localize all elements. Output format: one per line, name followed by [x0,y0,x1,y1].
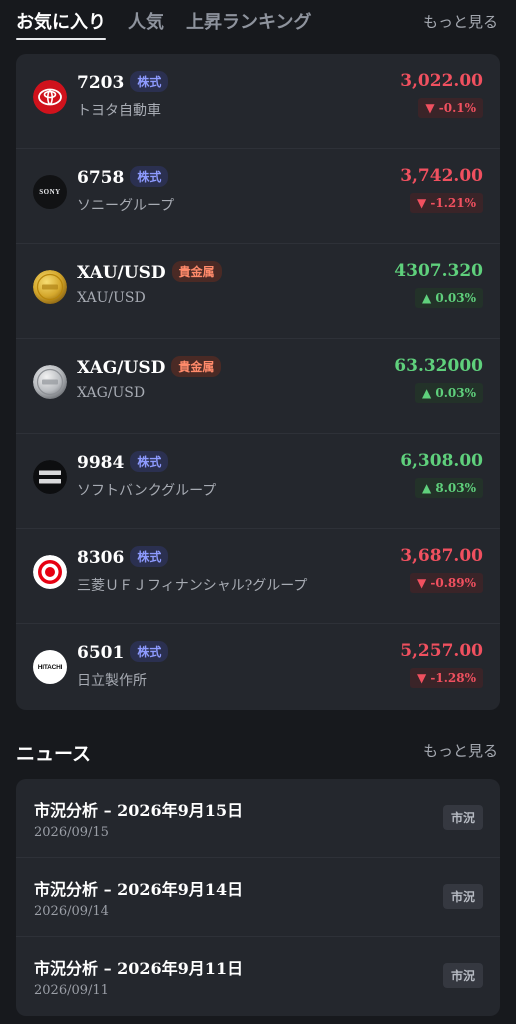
news-section-title: ニュース [16,743,92,765]
change-badge: ▼ -0.1% [418,98,483,118]
gold-coin-icon [33,270,67,304]
symbol-name: XAU/USD [77,290,146,306]
news-tag: 市況 [442,805,483,830]
symbol-name: ソニーグループ [77,198,175,214]
see-more-link[interactable]: もっと見る [423,11,498,32]
news-item[interactable]: 市況分析 – 2026年9月15日 2026/09/15 市況 [16,779,500,858]
price-value: 3,022.00 [400,71,483,91]
change-badge: ▲ 0.03% [414,288,483,308]
news-date: 2026/09/11 [34,983,109,998]
category-badge: 株式 [130,71,169,92]
symbol-name: XAG/USD [77,385,146,401]
watchlist-card: 7203 株式 トヨタ自動車 3,022.00 ▼ -0.1% SONY 6758… [16,54,500,710]
watchlist-row[interactable]: 8306 株式 三菱ＵＦＪフィナンシャル?グループ 3,687.00 ▼ -0.8… [16,529,500,624]
symbol-code: XAG/USD 貴金属 [77,356,222,378]
news-title: 市況分析 – 2026年9月14日 [34,880,244,899]
active-tab-indicator [16,38,106,40]
watchlist-row[interactable]: XAG/USD 貴金属 XAG/USD 63.32000 ▲ 0.03% [16,339,500,434]
category-badge: 株式 [130,451,169,472]
news-card: 市況分析 – 2026年9月15日 2026/09/15 市況 市況分析 – 2… [16,779,500,1016]
hitachi-logo-icon: HITACHI [33,650,67,684]
softbank-logo-icon [33,460,67,494]
watchlist-row[interactable]: SONY 6758 株式 ソニーグループ 3,742.00 ▼ -1.21% [16,149,500,244]
symbol-name: トヨタ自動車 [77,103,161,119]
news-see-more-link[interactable]: もっと見る [423,740,498,761]
price-value: 4307.320 [394,261,483,281]
news-tag: 市況 [442,963,483,988]
symbol-name: 日立製作所 [77,673,147,689]
watchlist-row[interactable]: XAU/USD 貴金属 XAU/USD 4307.320 ▲ 0.03% [16,244,500,339]
symbol-name: ソフトバンクグループ [77,483,217,499]
change-badge: ▲ 0.03% [414,383,483,403]
change-badge: ▲ 8.03% [414,478,483,498]
watchlist-row[interactable]: 7203 株式 トヨタ自動車 3,022.00 ▼ -0.1% [16,54,500,149]
price-value: 3,742.00 [400,166,483,186]
change-badge: ▼ -0.89% [409,573,483,593]
mufg-logo-icon [33,555,67,589]
watchlist-row[interactable]: HITACHI 6501 株式 日立製作所 5,257.00 ▼ -1.28% [16,624,500,710]
symbol-code: 6758 株式 [77,166,169,188]
news-title: 市況分析 – 2026年9月15日 [34,801,244,820]
news-item[interactable]: 市況分析 – 2026年9月14日 2026/09/14 市況 [16,858,500,937]
price-value: 63.32000 [394,356,483,376]
category-badge: 株式 [130,546,169,567]
tab-bar: お気に入り 人気 上昇ランキング もっと見る [0,0,516,44]
watchlist-row[interactable]: 9984 株式 ソフトバンクグループ 6,308.00 ▲ 8.03% [16,434,500,529]
tab-popular[interactable]: 人気 [128,8,164,34]
news-date: 2026/09/15 [34,825,109,840]
symbol-code: XAU/USD 貴金属 [77,261,222,283]
price-value: 3,687.00 [400,546,483,566]
change-badge: ▼ -1.28% [409,668,483,688]
symbol-code: 7203 株式 [77,71,169,93]
category-badge: 株式 [130,641,169,662]
category-badge: 貴金属 [171,261,222,282]
change-badge: ▼ -1.21% [409,193,483,213]
symbol-code: 9984 株式 [77,451,169,473]
tab-gainers-ranking[interactable]: 上昇ランキング [186,8,311,34]
category-badge: 貴金属 [171,356,222,377]
symbol-code: 8306 株式 [77,546,169,568]
symbol-code: 6501 株式 [77,641,169,663]
toyota-logo-icon [33,80,67,114]
news-date: 2026/09/14 [34,904,109,919]
category-badge: 株式 [130,166,169,187]
news-title: 市況分析 – 2026年9月11日 [34,959,244,978]
tab-favorites[interactable]: お気に入り [16,8,106,34]
news-tag: 市況 [442,884,483,909]
silver-coin-icon [33,365,67,399]
symbol-name: 三菱ＵＦＪフィナンシャル?グループ [77,578,308,594]
price-value: 6,308.00 [400,451,483,471]
news-item[interactable]: 市況分析 – 2026年9月11日 2026/09/11 市況 [16,937,500,1016]
sony-logo-icon: SONY [33,175,67,209]
price-value: 5,257.00 [400,641,483,661]
